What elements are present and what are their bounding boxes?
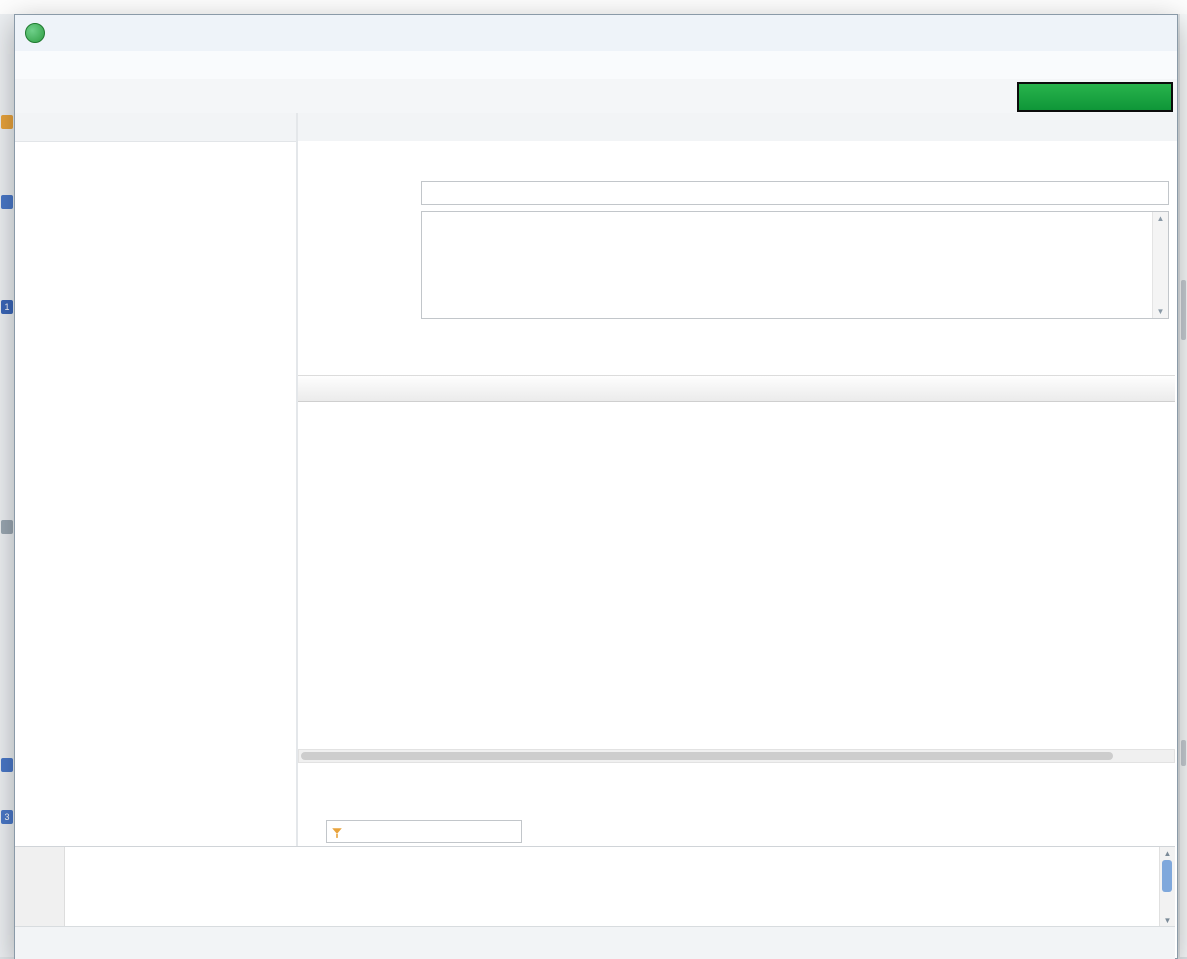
sql-log: ▲ ▼ [15, 846, 1175, 927]
scroll-up-icon[interactable]: ▲ [1157, 214, 1165, 223]
sql-log-code[interactable] [65, 847, 1159, 927]
scroll-down-icon[interactable]: ▼ [1157, 307, 1165, 316]
sql-log-scrollbar[interactable]: ▲ ▼ [1159, 847, 1175, 927]
close-icon[interactable] [1131, 15, 1177, 51]
background-icon [1, 195, 13, 209]
sidebar [15, 113, 298, 846]
background-browser-strip [0, 0, 1187, 15]
main-area: ▲ ▼ [298, 113, 1177, 846]
background-right-strip [1180, 14, 1187, 957]
comment-box: ▲ ▼ [421, 211, 1169, 319]
columns-grid [298, 375, 1175, 402]
titlebar[interactable] [15, 15, 1177, 51]
background-icon [1, 758, 13, 772]
grid-hscrollbar[interactable] [298, 749, 1175, 763]
minimize-icon[interactable] [1039, 15, 1085, 51]
background-icon [1, 115, 13, 129]
table-name-input[interactable] [421, 181, 1169, 205]
background-scrollbar [1181, 280, 1186, 340]
status-bar [15, 926, 1175, 959]
main-tabs [298, 113, 1177, 142]
heidisql-window: ▲ ▼ [14, 14, 1178, 959]
background-scrollbar [1181, 740, 1186, 766]
comment-input[interactable] [422, 212, 1152, 318]
sidebar-filter-tabs [15, 113, 296, 142]
funnel-icon [332, 828, 342, 838]
comment-scrollbar[interactable]: ▲ ▼ [1152, 212, 1168, 318]
background-icon: 3 [1, 810, 13, 824]
grid-hscrollbar-thumb[interactable] [301, 752, 1113, 760]
scroll-up-icon[interactable]: ▲ [1164, 849, 1172, 858]
window-controls [1039, 15, 1177, 51]
table-designer: ▲ ▼ [298, 141, 1177, 846]
filter-input[interactable] [347, 823, 511, 840]
background-left-strip: 1 3 [0, 14, 14, 957]
sql-log-gutter [15, 847, 65, 927]
menubar [15, 51, 1177, 80]
toolbar [15, 79, 1177, 114]
filter-bar [300, 816, 1177, 846]
scroll-down-icon[interactable]: ▼ [1164, 916, 1172, 925]
database-tree [15, 142, 296, 846]
background-icon: 1 [1, 300, 13, 314]
app-icon [25, 23, 45, 43]
columns-grid-header [298, 375, 1175, 402]
sql-log-scrollbar-thumb[interactable] [1162, 860, 1172, 892]
donate-button[interactable] [1017, 82, 1173, 112]
background-icon [1, 520, 13, 534]
filter-input-wrap [326, 820, 522, 843]
maximize-icon[interactable] [1085, 15, 1131, 51]
